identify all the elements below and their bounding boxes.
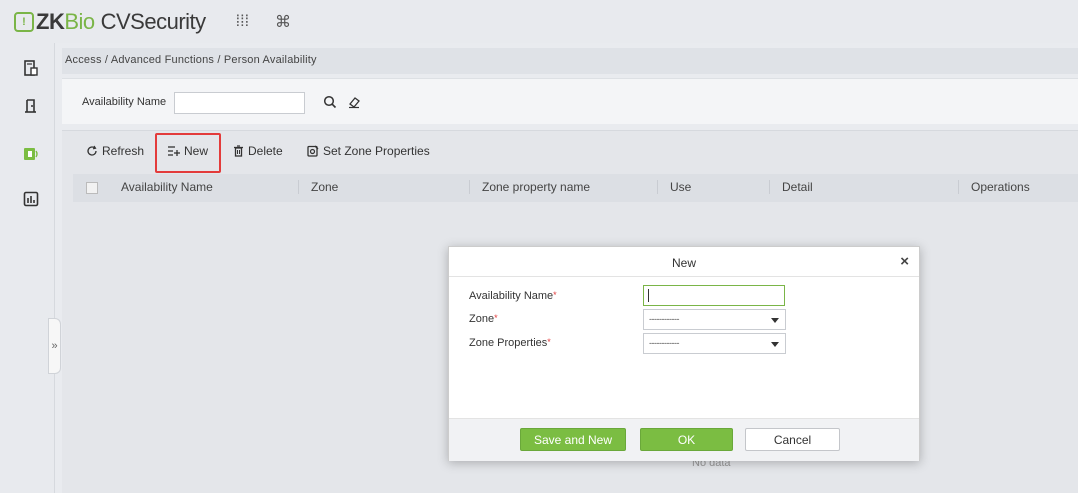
left-sidebar bbox=[0, 43, 55, 493]
refresh-button[interactable]: Refresh bbox=[86, 144, 144, 158]
column-header-availability-name[interactable]: Availability Name bbox=[121, 180, 213, 194]
dialog-header: New × bbox=[449, 247, 919, 277]
clear-search-button[interactable] bbox=[344, 92, 364, 112]
sidebar-item-door[interactable] bbox=[22, 97, 40, 115]
column-separator bbox=[657, 180, 658, 194]
zone-properties-label: Zone Properties* bbox=[469, 337, 551, 349]
logo-text-bio: Bio bbox=[64, 8, 95, 34]
column-header-operations[interactable]: Operations bbox=[971, 180, 1030, 194]
sidebar-expand-handle[interactable]: » bbox=[48, 318, 61, 374]
breadcrumb: Access / Advanced Functions / Person Ava… bbox=[62, 48, 1078, 74]
delete-button[interactable]: Delete bbox=[233, 144, 283, 158]
column-header-zone-property-name[interactable]: Zone property name bbox=[482, 180, 590, 194]
report-chart-icon bbox=[23, 191, 39, 207]
column-separator bbox=[958, 180, 959, 194]
cancel-button[interactable]: Cancel bbox=[745, 428, 840, 451]
device-icon bbox=[24, 60, 38, 76]
dropdown-arrow-icon bbox=[771, 342, 779, 347]
search-icon bbox=[323, 95, 337, 109]
zone-properties-select[interactable]: ------------ bbox=[643, 333, 786, 354]
dialog-title: New bbox=[671, 256, 696, 270]
logo-shield-icon: ! bbox=[14, 11, 34, 32]
column-header-use[interactable]: Use bbox=[670, 180, 691, 194]
trash-icon bbox=[234, 145, 243, 157]
search-panel: Availability Name bbox=[62, 78, 1078, 124]
sidebar-item-access[interactable] bbox=[22, 145, 40, 163]
column-separator bbox=[769, 180, 770, 194]
settings-edit-icon bbox=[307, 145, 319, 157]
text-caret bbox=[648, 289, 649, 302]
column-separator bbox=[469, 180, 470, 194]
zone-label: Zone* bbox=[469, 313, 498, 325]
new-button-highlight bbox=[155, 133, 221, 173]
zone-properties-select-value: ------------ bbox=[649, 338, 679, 348]
grid-header: Availability Name Zone Zone property nam… bbox=[73, 174, 1078, 202]
new-availability-dialog: New × Availability Name* Zone* ---------… bbox=[448, 246, 920, 461]
availability-name-label-text: Availability Name bbox=[469, 290, 554, 302]
app-header: ! ZK Bio CVSecurity ⁞⁞⁞ ⌘ bbox=[0, 0, 1078, 43]
app-logo[interactable]: ! ZK Bio CVSecurity bbox=[14, 9, 206, 35]
zone-select[interactable]: ------------ bbox=[643, 309, 786, 330]
required-marker: * bbox=[494, 313, 498, 323]
logo-text-zk: ZK bbox=[36, 8, 65, 34]
zone-properties-label-text: Zone Properties bbox=[469, 337, 548, 349]
availability-name-input[interactable] bbox=[643, 285, 785, 306]
search-label: Availability Name bbox=[82, 96, 167, 108]
sidebar-item-reports[interactable] bbox=[22, 190, 40, 208]
search-button[interactable] bbox=[320, 92, 340, 112]
access-active-icon bbox=[24, 148, 38, 160]
logo-text-product: CVSecurity bbox=[100, 8, 207, 34]
dialog-footer: Save and New OK Cancel bbox=[449, 418, 919, 461]
availability-name-search-input[interactable] bbox=[174, 92, 305, 114]
zone-label-text: Zone bbox=[469, 313, 495, 325]
double-chevron-right-icon: » bbox=[51, 340, 58, 352]
set-zone-properties-label: Set Zone Properties bbox=[323, 144, 430, 158]
required-marker: * bbox=[547, 337, 551, 347]
refresh-icon bbox=[87, 145, 97, 156]
save-and-new-button[interactable]: Save and New bbox=[520, 428, 626, 451]
toolbar: Refresh New Delete Set Zone Properties bbox=[62, 131, 1078, 173]
eraser-icon bbox=[349, 97, 360, 109]
set-zone-properties-button[interactable]: Set Zone Properties bbox=[307, 144, 430, 158]
delete-label: Delete bbox=[248, 144, 283, 158]
refresh-label: Refresh bbox=[102, 144, 145, 158]
availability-name-label: Availability Name* bbox=[469, 290, 557, 302]
column-header-zone[interactable]: Zone bbox=[311, 180, 338, 194]
column-separator bbox=[298, 180, 299, 194]
sidebar-item-device[interactable] bbox=[22, 59, 40, 77]
required-marker: * bbox=[553, 290, 557, 300]
apps-grid-icon[interactable]: ⁞⁞⁞ bbox=[236, 13, 249, 31]
dropdown-arrow-icon bbox=[771, 318, 779, 323]
column-header-detail[interactable]: Detail bbox=[782, 180, 813, 194]
ok-button[interactable]: OK bbox=[640, 428, 733, 451]
select-all-checkbox[interactable] bbox=[86, 182, 98, 194]
zone-select-value: ------------ bbox=[649, 314, 679, 324]
close-icon[interactable]: × bbox=[900, 253, 909, 270]
command-icon[interactable]: ⌘ bbox=[275, 12, 291, 32]
door-icon bbox=[25, 99, 36, 113]
